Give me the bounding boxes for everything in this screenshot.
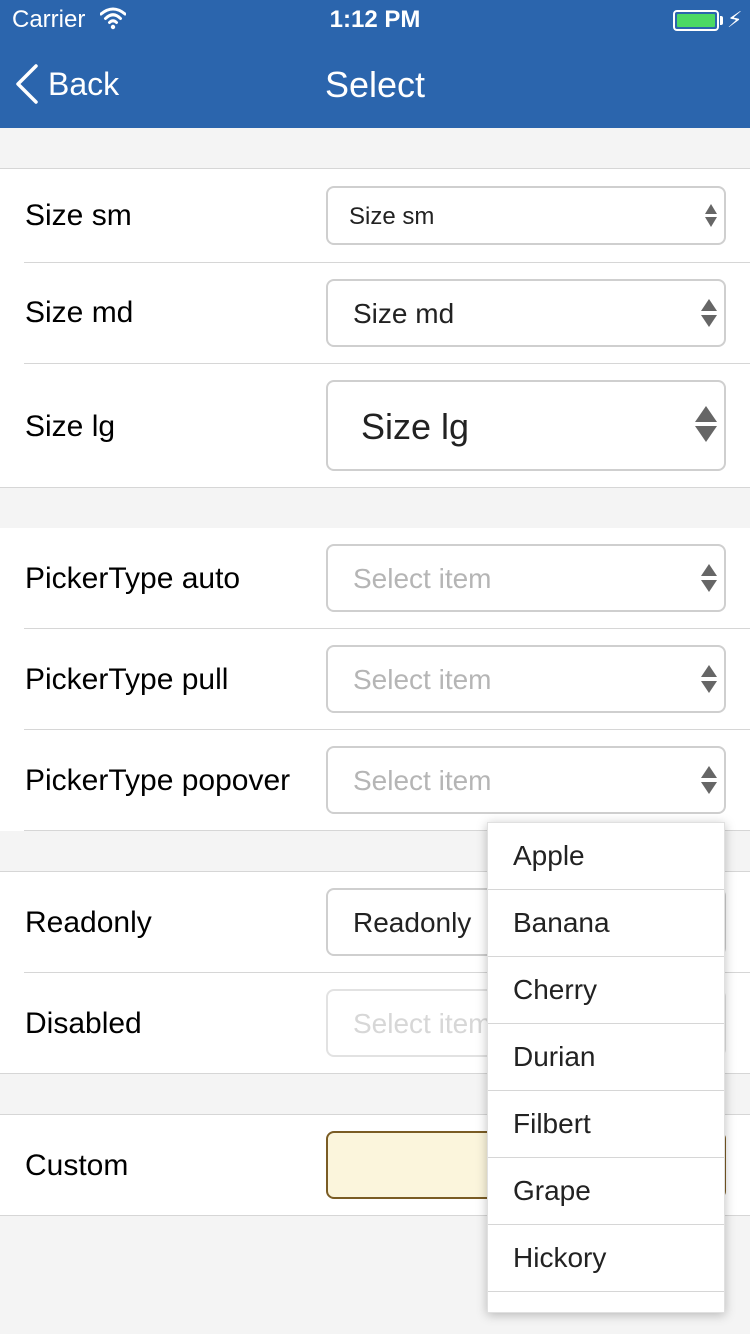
page-title: Select <box>324 64 426 105</box>
popover-option[interactable]: Grape <box>488 1158 724 1225</box>
popover-option[interactable]: Banana <box>488 890 724 957</box>
battery-icon <box>673 10 719 31</box>
size-sm-label: Size sm <box>25 199 132 232</box>
size-lg-label: Size lg <box>25 410 116 443</box>
battery-tip <box>720 16 723 25</box>
picker-popover-label: PickerType popover <box>25 764 291 797</box>
picker-auto-label: PickerType auto <box>25 562 241 595</box>
size-sm-select[interactable]: Size sm <box>326 186 726 245</box>
picker-popover-select[interactable]: Select item <box>326 746 726 814</box>
picker-auto-row: PickerType auto Select item <box>0 528 750 629</box>
size-md-label: Size md <box>25 296 134 329</box>
popover-option[interactable]: Cherry <box>488 957 724 1024</box>
size-md-row: Size md Size md <box>0 263 750 364</box>
disabled-label: Disabled <box>25 1007 142 1040</box>
option-label: Filbert <box>513 1108 591 1139</box>
size-md-value: Size md <box>353 298 455 329</box>
picker-auto-placeholder: Select item <box>353 563 492 594</box>
option-label: Cherry <box>513 974 598 1005</box>
picker-auto-select[interactable]: Select item <box>326 544 726 612</box>
updown-arrows-icon <box>701 665 717 693</box>
updown-arrows-icon <box>701 564 717 592</box>
disabled-placeholder: Select item <box>353 1008 492 1039</box>
readonly-value: Readonly <box>353 907 472 938</box>
updown-arrows-icon <box>701 299 717 327</box>
popover-list: Apple Banana Cherry Durian Filbert Grape… <box>487 822 725 1313</box>
readonly-label: Readonly <box>25 906 152 939</box>
picker-pull-row: PickerType pull Select item <box>0 629 750 730</box>
size-lg-value: Size lg <box>361 406 470 447</box>
size-sm-row: Size sm Size sm <box>0 169 750 263</box>
custom-label: Custom <box>25 1149 129 1182</box>
updown-arrows-icon <box>701 766 717 794</box>
picker-pull-select[interactable]: Select item <box>326 645 726 713</box>
popover-option[interactable]: Apple <box>488 823 724 890</box>
picker-type-section: PickerType auto Select item PickerType p… <box>0 528 750 831</box>
status-time: 1:12 PM <box>329 6 421 33</box>
charging-icon: ⚡ <box>727 7 743 32</box>
option-label: Hickory <box>513 1242 607 1273</box>
popover-option[interactable]: Hickory <box>488 1225 724 1292</box>
picker-pull-label: PickerType pull <box>25 663 229 696</box>
option-label: Grape <box>513 1175 591 1206</box>
option-label: Apple <box>513 840 585 871</box>
option-label: Durian <box>513 1041 596 1072</box>
status-bar: Carrier 1:12 PM ⚡ <box>0 0 750 40</box>
picker-pull-placeholder: Select item <box>353 664 492 695</box>
popover-option[interactable]: Durian <box>488 1024 724 1091</box>
size-lg-select[interactable]: Size lg <box>326 380 726 471</box>
updown-arrows-icon <box>695 406 717 442</box>
size-lg-row: Size lg Size lg <box>0 364 750 487</box>
updown-arrows-icon <box>705 204 717 227</box>
picker-popover-row: PickerType popover Select item <box>0 730 750 831</box>
size-section: Size sm Size sm Size md Size md Size lg … <box>0 168 750 488</box>
option-label: Banana <box>513 907 610 938</box>
navigation-bar: Back Select <box>0 40 750 128</box>
popover-option[interactable]: Filbert <box>488 1091 724 1158</box>
size-md-select[interactable]: Size md <box>326 279 726 347</box>
picker-popover-placeholder: Select item <box>353 765 492 796</box>
size-sm-value: Size sm <box>349 203 435 230</box>
